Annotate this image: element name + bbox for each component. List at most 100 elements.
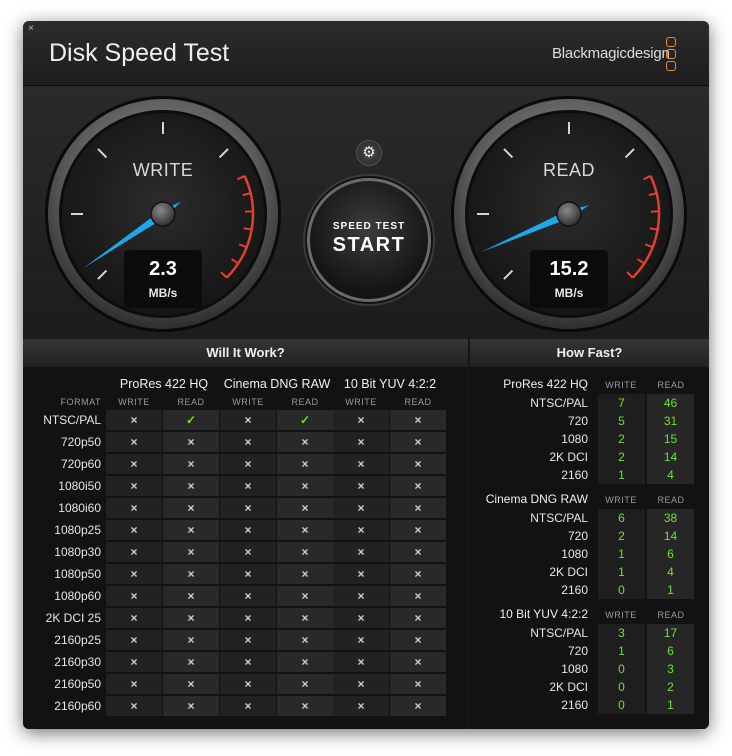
format-label: 1080i60 <box>58 501 101 515</box>
format-label: 1080p25 <box>54 523 101 537</box>
settings-gear-icon[interactable]: ⚙ <box>356 140 382 166</box>
check-icon: ✓ <box>277 410 333 430</box>
cross-icon: × <box>220 586 276 606</box>
write-column-header: WRITE <box>345 397 377 407</box>
cross-icon: × <box>390 696 446 716</box>
format-label: 2160p60 <box>54 699 101 713</box>
cross-icon: × <box>333 454 389 474</box>
cross-icon: × <box>333 608 389 628</box>
cross-icon: × <box>333 476 389 496</box>
how-fast-format-label: 1080 <box>561 547 588 561</box>
cross-icon: × <box>163 498 219 518</box>
write-column-header: WRITE <box>232 397 264 407</box>
cross-icon: × <box>163 674 219 694</box>
how-fast-title: How Fast? <box>470 339 709 367</box>
how-fast-format-label: 1080 <box>561 662 588 676</box>
how-fast-codec-header: ProRes 422 HQ <box>503 377 588 391</box>
close-button[interactable]: × <box>25 23 37 35</box>
cross-icon: × <box>277 608 333 628</box>
format-label: 720p50 <box>60 435 101 449</box>
cross-icon: × <box>277 498 333 518</box>
cross-icon: × <box>277 454 333 474</box>
gauge-redzone-tick <box>649 227 658 231</box>
write-fps-value: 5 <box>598 412 645 430</box>
write-gauge-label: WRITE <box>132 160 194 180</box>
app-window: × Disk Speed Test Blackmagicdesign WRITE… <box>23 21 709 729</box>
write-fps-value: 0 <box>598 660 645 678</box>
how-fast-format-label: 2K DCI <box>549 680 588 694</box>
read-fps-value: 38 <box>647 509 694 527</box>
format-label: 2160p30 <box>54 655 101 669</box>
cross-icon: × <box>390 410 446 430</box>
cross-icon: × <box>163 564 219 584</box>
cross-icon: × <box>220 608 276 628</box>
read-fps-value: 4 <box>647 563 694 581</box>
how-fast-format-label: NTSC/PAL <box>530 626 588 640</box>
cross-icon: × <box>106 410 162 430</box>
cross-icon: × <box>163 432 219 452</box>
read-gauge-label: READ <box>542 160 595 180</box>
read-fps-value: 6 <box>647 642 694 660</box>
read-fps-value: 6 <box>647 545 694 563</box>
cross-icon: × <box>220 476 276 496</box>
app-title: Disk Speed Test <box>49 39 230 67</box>
how-fast-write-header: WRITE <box>605 610 637 620</box>
cross-icon: × <box>163 608 219 628</box>
how-fast-codec-header: 10 Bit YUV 4:2:2 <box>499 607 589 621</box>
cross-icon: × <box>333 432 389 452</box>
cross-icon: × <box>163 476 219 496</box>
how-fast-write-header: WRITE <box>605 495 637 505</box>
cross-icon: × <box>163 696 219 716</box>
cross-icon: × <box>390 586 446 606</box>
cross-icon: × <box>106 542 162 562</box>
read-column-header: READ <box>177 397 205 407</box>
how-fast-format-label: 2160 <box>561 468 588 482</box>
cross-icon: × <box>106 674 162 694</box>
cross-icon: × <box>277 564 333 584</box>
how-fast-format-label: 720 <box>567 529 588 543</box>
write-fps-value: 1 <box>598 642 645 660</box>
format-label: 720p60 <box>60 457 101 471</box>
write-speed-unit: MB/s <box>148 286 178 300</box>
codec-header: ProRes 422 HQ <box>119 377 209 391</box>
how-fast-format-label: 720 <box>567 644 588 658</box>
cross-icon: × <box>163 520 219 540</box>
cross-icon: × <box>220 410 276 430</box>
write-fps-value: 2 <box>598 527 645 545</box>
cross-icon: × <box>220 432 276 452</box>
read-fps-value: 3 <box>647 660 694 678</box>
cross-icon: × <box>390 652 446 672</box>
how-fast-format-label: NTSC/PAL <box>530 396 588 410</box>
cross-icon: × <box>333 564 389 584</box>
read-column-header: READ <box>404 397 432 407</box>
read-fps-value: 1 <box>647 696 694 714</box>
write-fps-value: 3 <box>598 624 645 642</box>
write-fps-value: 1 <box>598 545 645 563</box>
read-readout: 15.2 MB/s <box>530 250 608 308</box>
cross-icon: × <box>333 586 389 606</box>
cross-icon: × <box>106 520 162 540</box>
read-speed-value: 15.2 <box>549 258 589 280</box>
cross-icon: × <box>390 608 446 628</box>
cross-icon: × <box>390 498 446 518</box>
cross-icon: × <box>163 542 219 562</box>
cross-icon: × <box>390 454 446 474</box>
start-button[interactable]: SPEED TEST START <box>307 178 431 302</box>
gauge-panel: WRITE 2.3 MB/s ⚙ SPEED TEST START READ 1… <box>23 86 709 339</box>
cross-icon: × <box>163 454 219 474</box>
read-column-header: READ <box>291 397 319 407</box>
read-fps-value: 31 <box>647 412 694 430</box>
results-area: Will It Work? ProRes 422 HQ Cinema DNG RA… <box>23 339 709 729</box>
cross-icon: × <box>390 542 446 562</box>
cross-icon: × <box>277 630 333 650</box>
cross-icon: × <box>163 630 219 650</box>
read-fps-value: 46 <box>647 394 694 412</box>
cross-icon: × <box>390 432 446 452</box>
cross-icon: × <box>277 476 333 496</box>
format-label: 2K DCI 25 <box>45 611 101 625</box>
format-label: 1080p30 <box>54 545 101 559</box>
cross-icon: × <box>220 674 276 694</box>
read-fps-value: 2 <box>647 678 694 696</box>
cross-icon: × <box>220 630 276 650</box>
format-label: 1080p50 <box>54 567 101 581</box>
